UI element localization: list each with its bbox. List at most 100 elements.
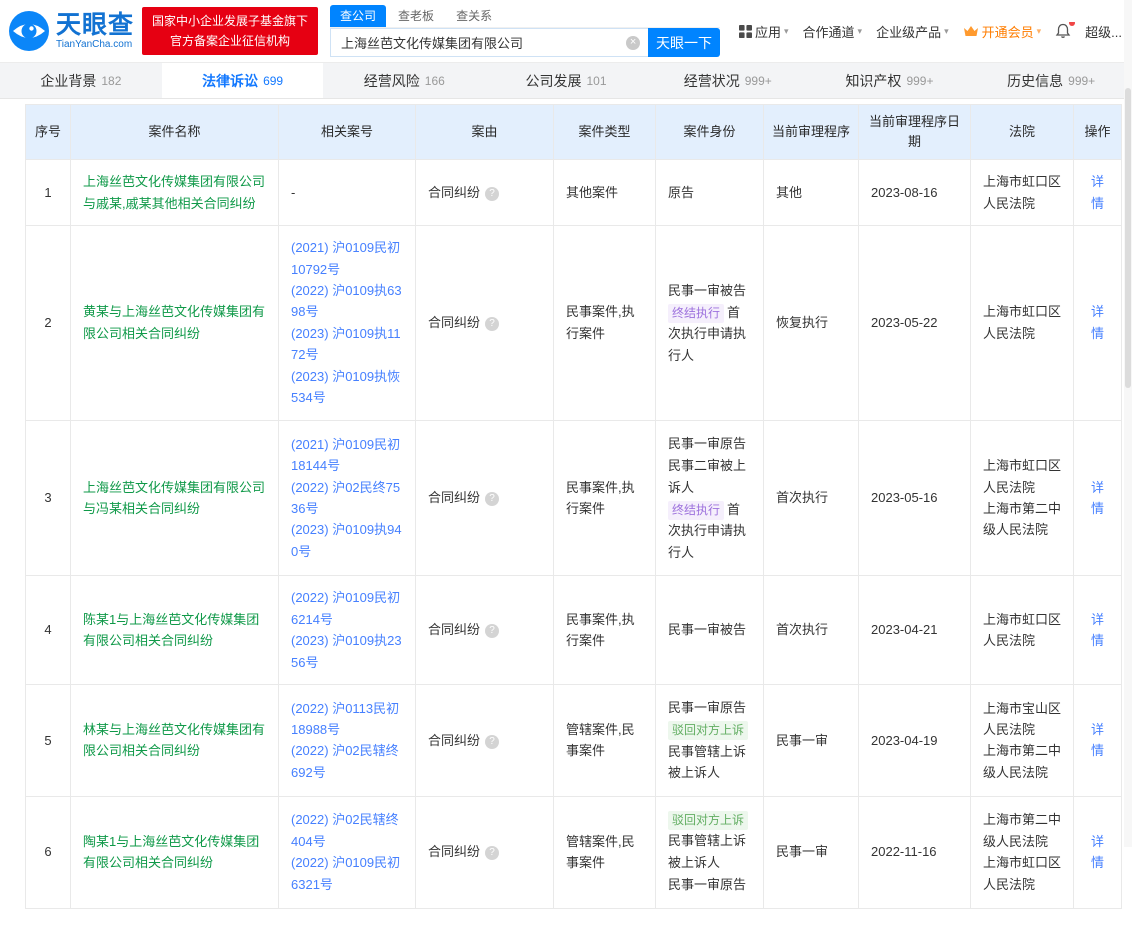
case-number-link[interactable]: (2022) 沪0109执6398号 xyxy=(291,280,403,323)
tab-label: 知识产权 xyxy=(845,71,901,91)
brand-domain: TianYanCha.com xyxy=(56,39,134,50)
col-index: 序号 xyxy=(26,105,71,160)
table-row: 2黄某与上海丝芭文化传媒集团有限公司相关合同纠纷(2021) 沪0109民初10… xyxy=(26,226,1122,421)
col-court: 法院 xyxy=(971,105,1074,160)
tab-count: 699 xyxy=(263,74,283,88)
tab-company-development[interactable]: 公司发展101 xyxy=(485,63,647,98)
case-numbers-cell: (2022) 沪0109民初6214号(2023) 沪0109执2356号 xyxy=(279,576,416,685)
case-number-link[interactable]: (2022) 沪0109民初6214号 xyxy=(291,587,403,630)
court-name: 上海市第二中级人民法院 xyxy=(983,809,1061,852)
scrollbar-track[interactable] xyxy=(1124,0,1132,847)
help-icon[interactable]: ? xyxy=(485,624,499,638)
chevron-down-icon: ▾ xyxy=(858,26,863,37)
tab-label: 历史信息 xyxy=(1007,71,1063,91)
certification-badge: 国家中小企业发展子基金旗下 官方备案企业征信机构 xyxy=(142,7,318,56)
case-action-cell: 详情 xyxy=(1074,160,1122,226)
case-number-link[interactable]: (2022) 沪02民终7536号 xyxy=(291,477,403,520)
status-badge: 驳回对方上诉 xyxy=(668,811,748,830)
case-detail-link[interactable]: 详情 xyxy=(1091,304,1104,340)
case-number-link[interactable]: (2023) 沪0109执2356号 xyxy=(291,630,403,673)
case-index: 1 xyxy=(26,160,71,226)
case-number-link[interactable]: (2022) 沪02民辖终692号 xyxy=(291,740,403,783)
case-name-link[interactable]: 陶某1与上海丝芭文化传媒集团有限公司相关合同纠纷 xyxy=(83,831,266,874)
case-type-cell: 其他案件 xyxy=(554,160,656,226)
court-name: 上海市虹口区人民法院 xyxy=(983,171,1061,214)
help-icon[interactable]: ? xyxy=(485,735,499,749)
tab-business-risk[interactable]: 经营风险166 xyxy=(323,63,485,98)
help-icon[interactable]: ? xyxy=(485,317,499,331)
case-number-link[interactable]: (2022) 沪0113民初18988号 xyxy=(291,698,403,741)
case-cause-cell: 合同纠纷? xyxy=(416,420,554,576)
search-input[interactable] xyxy=(330,28,648,57)
case-role-text: 原告 xyxy=(668,185,694,200)
court-name: 上海市虹口区人民法院 xyxy=(983,852,1061,895)
notification-bell[interactable] xyxy=(1055,23,1071,39)
case-name-link[interactable]: 林某与上海丝芭文化传媒集团有限公司相关合同纠纷 xyxy=(83,719,266,762)
case-detail-link[interactable]: 详情 xyxy=(1091,174,1104,210)
certification-line1: 国家中小企业发展子基金旗下 xyxy=(152,11,308,31)
menu-upgrade-vip[interactable]: 开通会员▾ xyxy=(963,22,1042,41)
case-role-text: 民事管辖上诉被上诉人 xyxy=(668,833,746,869)
case-name-cell: 陶某1与上海丝芭文化传媒集团有限公司相关合同纠纷 xyxy=(71,796,279,908)
scrollbar-thumb[interactable] xyxy=(1125,88,1131,388)
case-number-link[interactable]: (2022) 沪02民辖终404号 xyxy=(291,809,403,852)
help-icon[interactable]: ? xyxy=(485,187,499,201)
case-number-link[interactable]: (2022) 沪0109民初6321号 xyxy=(291,852,403,895)
case-number-link[interactable]: (2023) 沪0109执940号 xyxy=(291,519,403,562)
case-detail-link[interactable]: 详情 xyxy=(1091,480,1104,516)
section-tabs: 企业背景182法律诉讼699经营风险166公司发展101 经营状况 999+ 知识产权… xyxy=(0,62,1132,99)
tab-company-background[interactable]: 企业背景182 xyxy=(0,63,162,98)
case-index: 6 xyxy=(26,796,71,908)
case-numbers-cell: - xyxy=(279,160,416,226)
case-name-link[interactable]: 上海丝芭文化传媒集团有限公司与戚某,戚某其他相关合同纠纷 xyxy=(83,171,266,214)
case-detail-link[interactable]: 详情 xyxy=(1091,722,1104,758)
court-name: 上海市第二中级人民法院 xyxy=(983,498,1061,541)
case-name-link[interactable]: 陈某1与上海丝芭文化传媒集团有限公司相关合同纠纷 xyxy=(83,609,266,652)
tab-legal-proceedings[interactable]: 法律诉讼699 xyxy=(162,63,324,98)
chevron-down-icon: ▾ xyxy=(784,26,789,37)
clear-icon[interactable]: × xyxy=(626,36,640,50)
case-number-link[interactable]: (2023) 沪0109执1172号 xyxy=(291,323,403,366)
tab-count: 999+ xyxy=(745,74,772,88)
case-type-cell: 民事案件,执行案件 xyxy=(554,226,656,421)
case-numbers-cell: (2022) 沪02民辖终404号(2022) 沪0109民初6321号 xyxy=(279,796,416,908)
case-role: 驳回对方上诉民事管辖上诉被上诉人 xyxy=(668,809,751,873)
menu-cooperation-channel[interactable]: 合作通道▾ xyxy=(803,22,863,41)
brand-logo[interactable]: 天眼查 TianYanCha.com xyxy=(8,10,134,52)
case-name-link[interactable]: 黄某与上海丝芭文化传媒集团有限公司相关合同纠纷 xyxy=(83,301,266,344)
tab-business-status[interactable]: 经营状况 999+ xyxy=(647,63,809,98)
tab-intellectual-property[interactable]: 知识产权999+ xyxy=(809,63,971,98)
case-number-link[interactable]: (2023) 沪0109执恢534号 xyxy=(291,366,403,409)
case-cause-cell: 合同纠纷? xyxy=(416,576,554,685)
tab-label: 经营状况 xyxy=(684,71,740,91)
search-tab-relation[interactable]: 查关系 xyxy=(446,5,502,27)
case-number-link[interactable]: (2021) 沪0109民初10792号 xyxy=(291,237,403,280)
menu-enterprise-products[interactable]: 企业级产品▾ xyxy=(876,22,949,41)
case-courts-cell: 上海市宝山区人民法院上海市第二中级人民法院 xyxy=(971,685,1074,797)
tab-count: 101 xyxy=(587,74,607,88)
case-date-cell: 2022-11-16 xyxy=(859,796,971,908)
help-icon[interactable]: ? xyxy=(485,846,499,860)
case-detail-link[interactable]: 详情 xyxy=(1091,834,1104,870)
help-icon[interactable]: ? xyxy=(485,492,499,506)
menu-apps[interactable]: 应用▾ xyxy=(739,22,789,41)
search-type-tabs: 查公司查老板查关系 xyxy=(330,5,720,28)
col-case-role: 案件身份 xyxy=(656,105,764,160)
case-number-link[interactable]: (2021) 沪0109民初18144号 xyxy=(291,434,403,477)
search-tab-boss[interactable]: 查老板 xyxy=(388,5,444,27)
search-tab-company[interactable]: 查公司 xyxy=(330,5,386,27)
court-name: 上海市虹口区人民法院 xyxy=(983,609,1061,652)
case-name-cell: 林某与上海丝芭文化传媒集团有限公司相关合同纠纷 xyxy=(71,685,279,797)
case-courts-cell: 上海市第二中级人民法院上海市虹口区人民法院 xyxy=(971,796,1074,908)
case-role: 民事二审被上诉人 xyxy=(668,455,751,498)
case-detail-link[interactable]: 详情 xyxy=(1091,612,1104,648)
tab-history-info[interactable]: 历史信息999+ xyxy=(970,63,1132,98)
menu-super-vip[interactable]: 超级... xyxy=(1085,22,1122,41)
case-role: 民事一审被告 xyxy=(668,280,751,301)
chevron-down-icon: ▾ xyxy=(1037,26,1042,37)
col-case-type: 案件类型 xyxy=(554,105,656,160)
grid-icon xyxy=(739,25,752,38)
search-button[interactable]: 天眼一下 xyxy=(648,28,720,57)
court-name: 上海市虹口区人民法院 xyxy=(983,301,1061,344)
case-name-link[interactable]: 上海丝芭文化传媒集团有限公司与冯某相关合同纠纷 xyxy=(83,477,266,520)
